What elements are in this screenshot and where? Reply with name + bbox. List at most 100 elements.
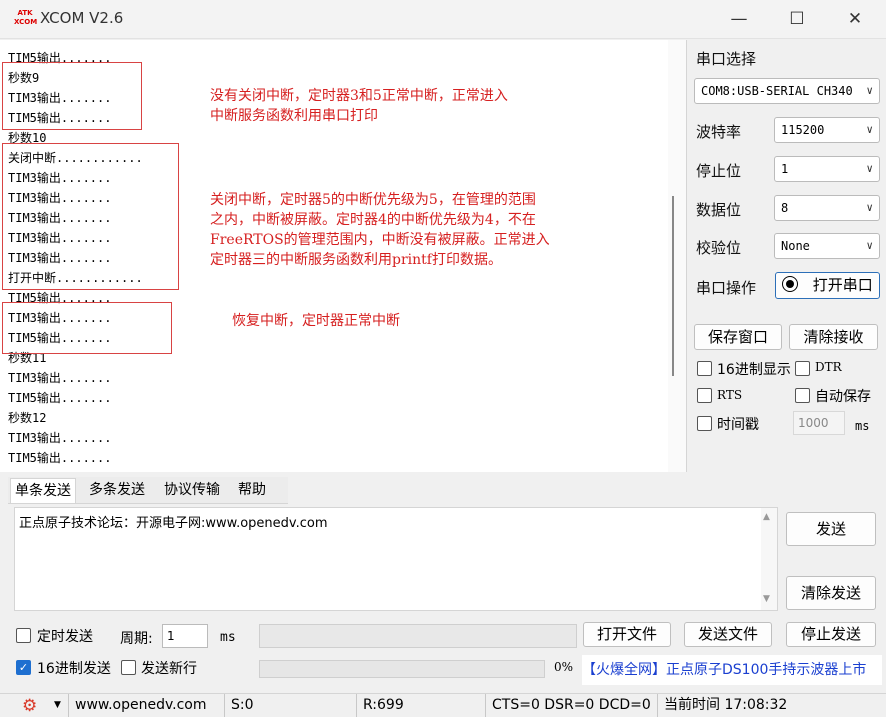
send-text: 正点原子技术论坛：开源电子网:www.openedv.com [19, 516, 328, 531]
gear-icon[interactable]: ⚙ [22, 697, 40, 715]
timestamp-unit: ms [855, 419, 870, 433]
open-file-button[interactable]: 打开文件 [583, 622, 671, 647]
clear-receive-button[interactable]: 清除接收 [789, 324, 878, 350]
timestamp-interval-input[interactable]: 1000 [793, 411, 845, 435]
close-button[interactable]: ✕ [840, 4, 870, 34]
status-bar: ⚙ ▼ www.openedv.com S:0 R:699 CTS=0 DSR=… [0, 693, 886, 717]
port-operation-label: 串口操作 [696, 279, 757, 297]
tab-single-send[interactable]: 单条发送 [10, 478, 76, 503]
auto-save-checkbox[interactable] [795, 388, 810, 403]
dtr-checkbox[interactable] [795, 361, 810, 376]
ad-text: 正点原子DS100手持示波器上市 [666, 662, 867, 678]
tab-multi-send[interactable]: 多条发送 [85, 478, 149, 502]
parity-select[interactable]: None ∨ [774, 233, 880, 259]
port-value: COM8:USB-SERIAL CH340 [701, 84, 853, 98]
timed-send-label: 定时发送 [37, 629, 93, 645]
current-time: 当前时间 17:08:32 [657, 694, 884, 717]
receive-line: TIM5输出....... [8, 451, 112, 465]
annotation-box-1 [2, 62, 142, 130]
period-unit: ms [220, 630, 236, 645]
auto-save-label: 自动保存 [815, 389, 871, 405]
port-select-label: 串口选择 [696, 50, 757, 68]
stop-bits-label: 停止位 [696, 162, 742, 180]
line-status: CTS=0 DSR=0 DCD=0 [485, 694, 658, 717]
chevron-down-icon: ∨ [866, 84, 873, 97]
note-line: 没有关闭中断，定时器3和5正常中断，正常进入 [210, 88, 508, 104]
chevron-down-icon: ∨ [866, 123, 873, 136]
send-progress-bar [259, 660, 545, 678]
maximize-button[interactable]: ☐ [782, 4, 812, 34]
save-window-button[interactable]: 保存窗口 [694, 324, 782, 350]
stop-bits-value: 1 [781, 162, 789, 176]
stop-bits-select[interactable]: 1 ∨ [774, 156, 880, 182]
scrollbar-thumb[interactable] [672, 196, 674, 376]
caret-down-icon[interactable]: ▼ [54, 694, 61, 717]
check-icon: ✓ [18, 661, 29, 674]
receive-scrollbar[interactable] [668, 40, 686, 472]
timestamp-checkbox[interactable] [697, 416, 712, 431]
chevron-down-icon: ∨ [866, 201, 873, 214]
scroll-up-icon[interactable]: ▲ [763, 512, 770, 522]
hex-display-label: 16进制显示 [717, 362, 791, 378]
sent-count: S:0 [224, 694, 357, 717]
website-link[interactable]: www.openedv.com [68, 694, 225, 717]
data-bits-value: 8 [781, 201, 789, 215]
radio-icon [782, 276, 798, 292]
timestamp-label: 时间戳 [717, 417, 759, 433]
dtr-label: DTR [815, 360, 842, 374]
scroll-down-icon[interactable]: ▼ [763, 594, 770, 604]
clear-send-button[interactable]: 清除发送 [786, 576, 876, 610]
tab-help[interactable]: 帮助 [234, 478, 270, 502]
data-bits-label: 数据位 [696, 201, 742, 219]
receive-area[interactable]: TIM5输出....... 秒数9 TIM3输出....... TIM5输出..… [0, 40, 687, 472]
note-line: 中断服务函数利用串口打印 [210, 108, 378, 124]
open-port-button[interactable]: 打开串口 [775, 272, 880, 299]
logo-text-bottom: XCOM [14, 18, 38, 26]
timed-send-checkbox[interactable] [16, 628, 31, 643]
app-logo: ATK XCOM [14, 9, 38, 29]
note-line: 之内，中断被屏蔽。定时器4的中断优先级为4，不在 [210, 212, 536, 228]
progress-percent: 0% [554, 660, 574, 674]
note-line: 关闭中断，定时器5的中断优先级为5，在管理的范围 [210, 192, 536, 208]
title-bar: ATK XCOM XCOM V2.6 — ☐ ✕ [0, 0, 886, 39]
annotation-note-3: 恢复中断，定时器正常中断 [232, 313, 400, 329]
send-scrollbar[interactable]: ▲ ▼ [761, 508, 777, 610]
annotation-note-2: 关闭中断，定时器5的中断优先级为5，在管理的范围 之内，中断被屏蔽。定时器4的中… [210, 190, 550, 270]
receive-line: 秒数12 [8, 411, 47, 425]
data-bits-select[interactable]: 8 ∨ [774, 195, 880, 221]
parity-value: None [781, 239, 810, 253]
rts-label: RTS [717, 388, 743, 402]
logo-text-top: ATK [17, 9, 33, 17]
tab-protocol[interactable]: 协议传输 [160, 478, 224, 502]
note-line: FreeRTOS的管理范围内，中断没有被屏蔽。正常进入 [210, 232, 550, 248]
send-newline-checkbox[interactable] [121, 660, 136, 675]
send-button[interactable]: 发送 [786, 512, 876, 546]
send-newline-label: 发送新行 [141, 661, 197, 677]
baud-select[interactable]: 115200 ∨ [774, 117, 880, 143]
hex-display-checkbox[interactable] [697, 361, 712, 376]
received-count: R:699 [356, 694, 485, 717]
annotation-box-3 [2, 302, 172, 354]
baud-value: 115200 [781, 123, 825, 137]
parity-label: 校验位 [696, 239, 742, 257]
rts-checkbox[interactable] [697, 388, 712, 403]
send-file-button[interactable]: 发送文件 [684, 622, 772, 647]
hex-send-label: 16进制发送 [37, 661, 111, 677]
receive-line: TIM3输出....... [8, 431, 112, 445]
minimize-button[interactable]: — [724, 4, 754, 34]
receive-line: TIM5输出....... [8, 391, 112, 405]
chevron-down-icon: ∨ [866, 162, 873, 175]
send-input[interactable]: 正点原子技术论坛：开源电子网:www.openedv.com ▲ ▼ [14, 507, 778, 611]
period-label: 周期: [120, 631, 153, 647]
baud-label: 波特率 [696, 123, 742, 141]
stop-send-button[interactable]: 停止发送 [786, 622, 876, 647]
period-input[interactable]: 1 [162, 624, 208, 648]
annotation-note-1: 没有关闭中断，定时器3和5正常中断，正常进入 中断服务函数利用串口打印 [210, 86, 508, 126]
chevron-down-icon: ∨ [866, 239, 873, 252]
ad-bracket: 【火爆全网】 [582, 662, 666, 678]
port-select[interactable]: COM8:USB-SERIAL CH340 ∨ [694, 78, 880, 104]
hex-send-checkbox[interactable]: ✓ [16, 660, 31, 675]
file-path-field[interactable] [259, 624, 577, 648]
ad-banner[interactable]: 【火爆全网】正点原子DS100手持示波器上市 [582, 655, 882, 685]
annotation-box-2 [2, 143, 179, 290]
